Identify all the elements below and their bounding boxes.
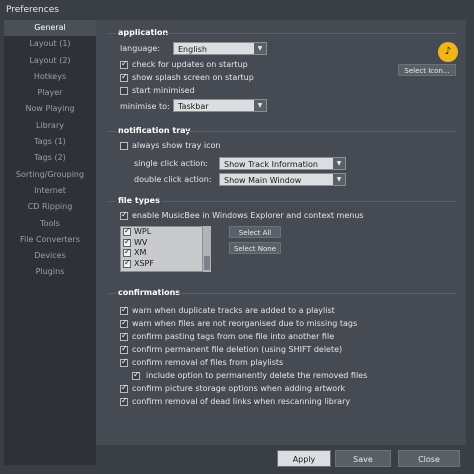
section-divider: [186, 131, 456, 132]
check-updates-checkbox[interactable]: [120, 59, 128, 69]
language-label: language:: [120, 44, 160, 53]
section-divider: [108, 293, 116, 294]
section-divider: [108, 33, 116, 34]
select-icon-button[interactable]: Select Icon...: [398, 64, 456, 76]
start-minimised-checkbox[interactable]: [120, 87, 128, 95]
confirm-label: include option to permanently delete the…: [146, 371, 368, 380]
confirm-label: warn when files are not reorganised due …: [132, 319, 358, 328]
checkbox[interactable]: [123, 226, 131, 237]
double-click-select[interactable]: Show Main Window ▼: [219, 173, 346, 186]
splash-checkbox[interactable]: [120, 72, 128, 82]
check-updates-label: check for updates on startup: [132, 60, 248, 69]
sidebar: General Layout (1) Layout (2) Hotkeys Pl…: [4, 20, 96, 465]
sidebar-item-devices[interactable]: Devices: [4, 248, 96, 264]
language-select[interactable]: English ▼: [173, 42, 267, 55]
list-item-label: XM: [134, 248, 147, 257]
confirm-label: confirm picture storage options when add…: [132, 384, 346, 393]
confirm-checkbox[interactable]: [120, 344, 128, 354]
section-title-notification: notification tray: [118, 126, 191, 135]
list-item[interactable]: WPL: [121, 226, 210, 238]
section-divider: [164, 33, 456, 34]
list-item[interactable]: XSPF: [121, 258, 210, 270]
section-title-file-types: file types: [118, 196, 160, 205]
section-title-application: application: [118, 28, 169, 37]
sidebar-item-hotkeys[interactable]: Hotkeys: [4, 69, 96, 85]
always-show-tray-label: always show tray icon: [132, 141, 221, 150]
musicbee-logo-icon: ♪: [438, 42, 458, 62]
confirm-label: confirm pasting tags from one file into …: [132, 332, 335, 341]
list-item[interactable]: XM: [121, 247, 210, 259]
always-show-tray-checkbox[interactable]: [120, 142, 128, 150]
sidebar-item-library[interactable]: Library: [4, 118, 96, 134]
confirm-checkbox[interactable]: [120, 318, 128, 328]
sidebar-item-general[interactable]: General: [4, 20, 96, 37]
enable-explorer-checkbox[interactable]: [120, 210, 128, 220]
confirm-checkbox[interactable]: [120, 305, 128, 315]
sidebar-item-tags-2[interactable]: Tags (2): [4, 150, 96, 166]
section-divider: [108, 131, 116, 132]
checkbox[interactable]: [123, 237, 131, 247]
close-button[interactable]: Close: [398, 450, 460, 467]
section-divider: [176, 293, 456, 294]
chevron-down-icon: ▼: [254, 43, 266, 54]
sidebar-item-player[interactable]: Player: [4, 85, 96, 101]
section-title-confirmations: confirmations: [118, 288, 181, 297]
confirm-label: confirm permanent file deletion (using S…: [132, 345, 343, 354]
sidebar-item-file-converters[interactable]: File Converters: [4, 232, 96, 248]
sidebar-item-sorting-grouping[interactable]: Sorting/Grouping: [4, 167, 96, 183]
confirm-checkbox[interactable]: [120, 396, 128, 406]
section-divider: [108, 201, 116, 202]
minimise-value: Taskbar: [178, 102, 209, 111]
language-value: English: [178, 45, 207, 54]
minimise-select[interactable]: Taskbar ▼: [173, 99, 267, 112]
double-click-value: Show Main Window: [224, 176, 302, 185]
single-click-label: single click action:: [134, 159, 208, 168]
list-item-label: WV: [134, 237, 148, 247]
confirm-label: confirm removal of dead links when resca…: [132, 397, 351, 406]
list-item-label: XSPF: [134, 258, 154, 268]
chevron-down-icon: ▼: [333, 158, 345, 169]
sidebar-item-tags-1[interactable]: Tags (1): [4, 134, 96, 150]
window-title: Preferences: [0, 0, 474, 20]
splash-label: show splash screen on startup: [132, 73, 254, 82]
sidebar-item-now-playing[interactable]: Now Playing: [4, 101, 96, 117]
confirm-checkbox[interactable]: [120, 357, 128, 367]
apply-button[interactable]: Apply: [277, 450, 331, 467]
save-button[interactable]: Save: [335, 450, 391, 467]
sidebar-item-layout-1[interactable]: Layout (1): [4, 36, 96, 52]
list-item-label: WPL: [134, 227, 152, 236]
single-click-select[interactable]: Show Track Information ▼: [219, 157, 346, 170]
double-click-label: double click action:: [134, 175, 212, 184]
enable-explorer-label: enable MusicBee in Windows Explorer and …: [132, 211, 364, 220]
confirm-checkbox[interactable]: [132, 370, 140, 380]
select-none-button[interactable]: Select None: [229, 242, 281, 254]
checkbox[interactable]: [123, 258, 131, 268]
start-minimised-label: start minimised: [132, 86, 195, 95]
sidebar-item-tools[interactable]: Tools: [4, 216, 96, 232]
scrollbar-thumb[interactable]: [204, 256, 210, 270]
confirm-label: warn when duplicate tracks are added to …: [132, 306, 335, 315]
chevron-down-icon: ▼: [254, 100, 266, 111]
sidebar-item-internet[interactable]: Internet: [4, 183, 96, 199]
minimise-label: minimise to:: [120, 102, 170, 111]
content-panel: application language: English ▼ ♪ check …: [96, 20, 466, 445]
section-divider: [162, 201, 456, 202]
confirm-checkbox[interactable]: [120, 383, 128, 393]
sidebar-item-layout-2[interactable]: Layout (2): [4, 53, 96, 69]
single-click-value: Show Track Information: [224, 160, 318, 169]
list-scrollbar[interactable]: [202, 226, 211, 272]
select-all-button[interactable]: Select All: [229, 226, 281, 238]
checkbox[interactable]: [123, 247, 131, 258]
list-item[interactable]: WV: [121, 237, 210, 249]
file-types-list[interactable]: WPL WV XM XSPF: [120, 226, 211, 272]
confirm-label: confirm removal of files from playlists: [132, 358, 284, 367]
chevron-down-icon: ▼: [333, 174, 345, 185]
sidebar-item-cd-ripping[interactable]: CD Ripping: [4, 199, 96, 215]
sidebar-item-plugins[interactable]: Plugins: [4, 264, 96, 280]
confirm-checkbox[interactable]: [120, 331, 128, 341]
